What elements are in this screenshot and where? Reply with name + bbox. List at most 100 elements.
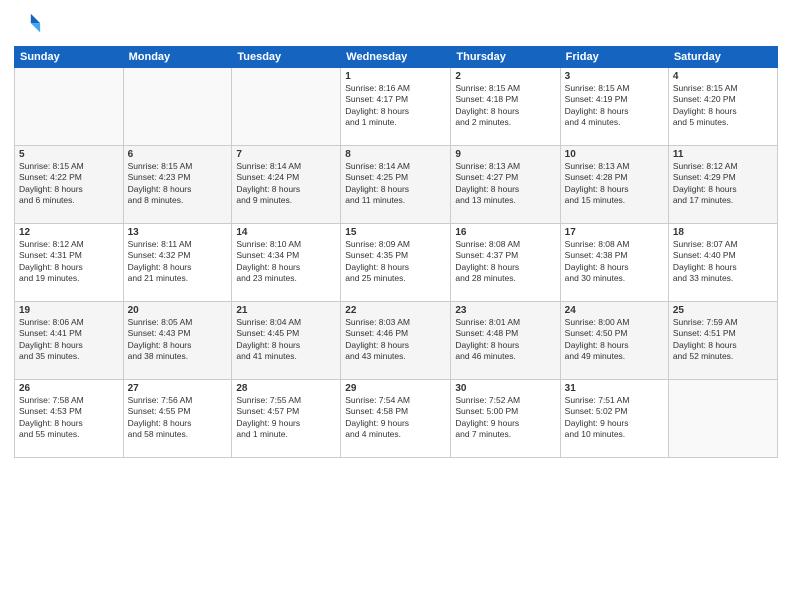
day-info: Sunrise: 8:05 AMSunset: 4:43 PMDaylight:… [128,317,228,363]
col-thursday: Thursday [451,47,560,68]
day-info-line: Sunrise: 7:56 AM [128,395,193,405]
day-info-line: Sunrise: 8:07 AM [673,239,738,249]
calendar-cell: 1Sunrise: 8:16 AMSunset: 4:17 PMDaylight… [341,68,451,146]
calendar-cell: 7Sunrise: 8:14 AMSunset: 4:24 PMDaylight… [232,146,341,224]
calendar-cell: 25Sunrise: 7:59 AMSunset: 4:51 PMDayligh… [668,302,777,380]
day-info-line: Daylight: 8 hours [19,418,83,428]
day-info-line: Daylight: 8 hours [345,184,409,194]
day-info: Sunrise: 8:00 AMSunset: 4:50 PMDaylight:… [565,317,664,363]
day-info-line: Sunset: 4:27 PM [455,172,518,182]
day-info-line: and 6 minutes. [19,195,75,205]
day-info: Sunrise: 8:15 AMSunset: 4:18 PMDaylight:… [455,83,555,129]
day-info-line: Sunrise: 8:03 AM [345,317,410,327]
day-info-line: Sunrise: 7:51 AM [565,395,630,405]
day-info-line: and 7 minutes. [455,429,511,439]
day-info-line: and 1 minute. [345,117,397,127]
calendar-week-2: 5Sunrise: 8:15 AMSunset: 4:22 PMDaylight… [15,146,778,224]
calendar-cell [668,380,777,458]
day-info-line: Daylight: 8 hours [19,262,83,272]
day-number: 9 [455,149,555,160]
day-info-line: and 30 minutes. [565,273,625,283]
day-info-line: Sunset: 4:34 PM [236,250,299,260]
day-number: 4 [673,71,773,82]
day-info-line: Sunrise: 8:04 AM [236,317,301,327]
day-info-line: Sunset: 4:43 PM [128,328,191,338]
day-info-line: Sunset: 4:18 PM [455,94,518,104]
day-info-line: and 46 minutes. [455,351,515,361]
day-info: Sunrise: 8:12 AMSunset: 4:31 PMDaylight:… [19,239,119,285]
calendar-week-4: 19Sunrise: 8:06 AMSunset: 4:41 PMDayligh… [15,302,778,380]
day-info-line: Daylight: 8 hours [345,262,409,272]
calendar-cell [123,68,232,146]
calendar-week-5: 26Sunrise: 7:58 AMSunset: 4:53 PMDayligh… [15,380,778,458]
calendar-cell: 2Sunrise: 8:15 AMSunset: 4:18 PMDaylight… [451,68,560,146]
day-number: 24 [565,305,664,316]
day-info: Sunrise: 7:54 AMSunset: 4:58 PMDaylight:… [345,395,446,441]
day-info-line: and 15 minutes. [565,195,625,205]
day-number: 3 [565,71,664,82]
calendar-cell: 12Sunrise: 8:12 AMSunset: 4:31 PMDayligh… [15,224,124,302]
day-info-line: Daylight: 8 hours [19,340,83,350]
day-number: 20 [128,305,228,316]
calendar-cell: 30Sunrise: 7:52 AMSunset: 5:00 PMDayligh… [451,380,560,458]
day-info-line: Sunrise: 8:14 AM [236,161,301,171]
calendar-cell [232,68,341,146]
calendar-week-1: 1Sunrise: 8:16 AMSunset: 4:17 PMDaylight… [15,68,778,146]
day-info-line: Sunset: 4:55 PM [128,406,191,416]
day-number: 14 [236,227,336,238]
day-info: Sunrise: 8:16 AMSunset: 4:17 PMDaylight:… [345,83,446,129]
calendar-cell: 26Sunrise: 7:58 AMSunset: 4:53 PMDayligh… [15,380,124,458]
day-info-line: Sunset: 4:57 PM [236,406,299,416]
day-info: Sunrise: 8:15 AMSunset: 4:20 PMDaylight:… [673,83,773,129]
day-info-line: Daylight: 8 hours [565,262,629,272]
day-info-line: Sunrise: 8:15 AM [19,161,84,171]
day-number: 18 [673,227,773,238]
calendar-cell: 21Sunrise: 8:04 AMSunset: 4:45 PMDayligh… [232,302,341,380]
calendar-cell: 16Sunrise: 8:08 AMSunset: 4:37 PMDayligh… [451,224,560,302]
day-info: Sunrise: 8:11 AMSunset: 4:32 PMDaylight:… [128,239,228,285]
day-info-line: Sunset: 4:45 PM [236,328,299,338]
col-saturday: Saturday [668,47,777,68]
day-info-line: and 43 minutes. [345,351,405,361]
day-info-line: and 33 minutes. [673,273,733,283]
day-number: 12 [19,227,119,238]
calendar-cell: 23Sunrise: 8:01 AMSunset: 4:48 PMDayligh… [451,302,560,380]
day-number: 26 [19,383,119,394]
calendar-cell: 13Sunrise: 8:11 AMSunset: 4:32 PMDayligh… [123,224,232,302]
day-number: 25 [673,305,773,316]
day-info-line: Daylight: 8 hours [673,262,737,272]
day-info-line: and 35 minutes. [19,351,79,361]
day-info-line: Daylight: 8 hours [236,340,300,350]
day-info: Sunrise: 8:15 AMSunset: 4:23 PMDaylight:… [128,161,228,207]
header-row: Sunday Monday Tuesday Wednesday Thursday… [15,47,778,68]
day-number: 30 [455,383,555,394]
calendar-cell: 18Sunrise: 8:07 AMSunset: 4:40 PMDayligh… [668,224,777,302]
day-info: Sunrise: 8:12 AMSunset: 4:29 PMDaylight:… [673,161,773,207]
calendar-cell: 4Sunrise: 8:15 AMSunset: 4:20 PMDaylight… [668,68,777,146]
day-info-line: Sunset: 5:00 PM [455,406,518,416]
day-number: 1 [345,71,446,82]
calendar-cell: 29Sunrise: 7:54 AMSunset: 4:58 PMDayligh… [341,380,451,458]
calendar-cell: 11Sunrise: 8:12 AMSunset: 4:29 PMDayligh… [668,146,777,224]
day-info-line: Sunrise: 8:00 AM [565,317,630,327]
page: Sunday Monday Tuesday Wednesday Thursday… [0,0,792,612]
day-info: Sunrise: 8:08 AMSunset: 4:38 PMDaylight:… [565,239,664,285]
calendar-table: Sunday Monday Tuesday Wednesday Thursday… [14,46,778,458]
day-info: Sunrise: 8:13 AMSunset: 4:27 PMDaylight:… [455,161,555,207]
day-info: Sunrise: 8:13 AMSunset: 4:28 PMDaylight:… [565,161,664,207]
day-info-line: and 41 minutes. [236,351,296,361]
day-info-line: Sunset: 4:37 PM [455,250,518,260]
day-info-line: and 4 minutes. [345,429,401,439]
day-info-line: Sunset: 4:58 PM [345,406,408,416]
day-info-line: Sunset: 4:51 PM [673,328,736,338]
day-number: 22 [345,305,446,316]
logo-icon [14,10,42,38]
day-info-line: Sunset: 4:19 PM [565,94,628,104]
calendar-cell: 10Sunrise: 8:13 AMSunset: 4:28 PMDayligh… [560,146,668,224]
calendar-cell: 9Sunrise: 8:13 AMSunset: 4:27 PMDaylight… [451,146,560,224]
day-info-line: Sunrise: 8:15 AM [455,83,520,93]
col-sunday: Sunday [15,47,124,68]
day-info-line: Daylight: 9 hours [345,418,409,428]
day-info: Sunrise: 8:03 AMSunset: 4:46 PMDaylight:… [345,317,446,363]
calendar-cell: 28Sunrise: 7:55 AMSunset: 4:57 PMDayligh… [232,380,341,458]
